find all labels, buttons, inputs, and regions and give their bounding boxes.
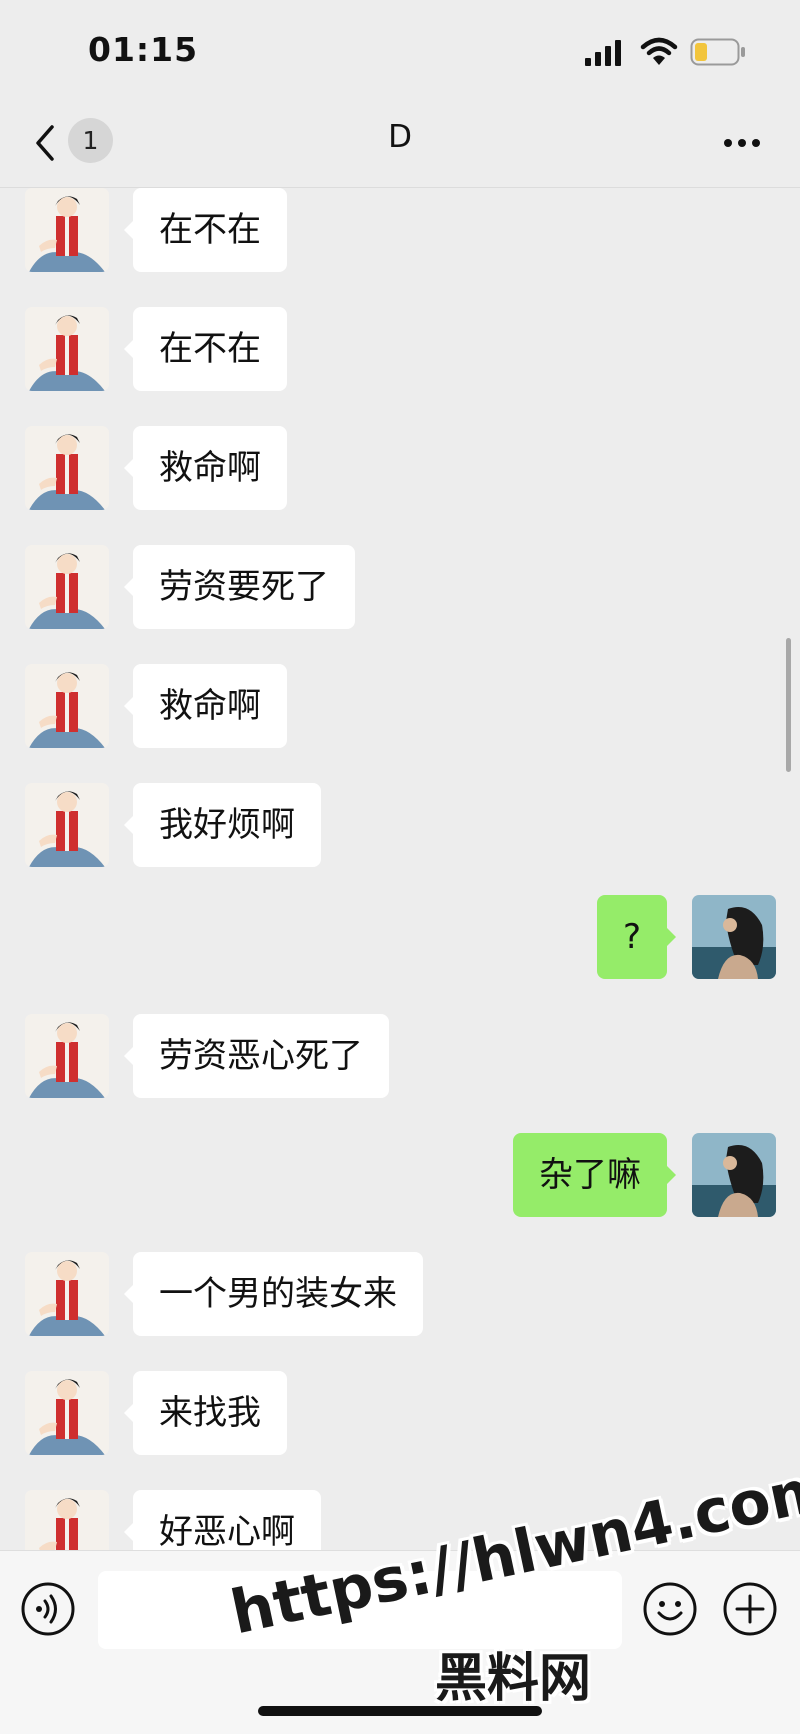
message-row: 来找我: [0, 1371, 800, 1457]
received-message-bubble[interactable]: 救命啊: [124, 664, 287, 748]
my-avatar[interactable]: [692, 1133, 776, 1217]
message-input[interactable]: [98, 1571, 622, 1649]
received-message-bubble[interactable]: 劳资要死了: [124, 545, 355, 629]
message-row: 一个男的装女来: [0, 1252, 800, 1338]
received-message-bubble[interactable]: 来找我: [124, 1371, 287, 1455]
message-list[interactable]: 在不在 在不在 救命啊 劳资要死了 救命啊 我好烦啊? 劳资恶心死了 杂了嘛 一个男的装女来 来找…: [0, 188, 800, 1550]
message-row: 在不在: [0, 307, 800, 393]
status-time: 01:15: [88, 30, 199, 69]
message-row: 杂了嘛: [0, 1133, 800, 1219]
contact-avatar[interactable]: [25, 664, 109, 748]
my-avatar[interactable]: [692, 895, 776, 979]
received-message-bubble[interactable]: 劳资恶心死了: [124, 1014, 389, 1098]
message-row: 我好烦啊: [0, 783, 800, 869]
wifi-icon: [640, 37, 678, 65]
scrollbar[interactable]: [786, 638, 791, 772]
message-row: 救命啊: [0, 426, 800, 512]
received-message-bubble[interactable]: 我好烦啊: [124, 783, 321, 867]
contact-avatar[interactable]: [25, 545, 109, 629]
message-row: 救命啊: [0, 664, 800, 750]
battery-icon: [690, 38, 745, 66]
contact-avatar[interactable]: [25, 1014, 109, 1098]
chat-title: D: [388, 119, 412, 155]
voice-icon[interactable]: [20, 1581, 76, 1637]
received-message-bubble[interactable]: 在不在: [124, 188, 287, 272]
received-message-bubble[interactable]: 救命啊: [124, 426, 287, 510]
message-row: ?: [0, 895, 800, 981]
message-row: 劳资要死了: [0, 545, 800, 631]
signal-icon: [585, 40, 621, 66]
contact-avatar[interactable]: [25, 1371, 109, 1455]
status-bar: 01:15: [0, 0, 800, 105]
chat-header: 1 D: [0, 105, 800, 188]
received-message-bubble[interactable]: 在不在: [124, 307, 287, 391]
received-message-bubble[interactable]: 一个男的装女来: [124, 1252, 423, 1336]
contact-avatar[interactable]: [25, 783, 109, 867]
contact-avatar[interactable]: [25, 1490, 109, 1550]
input-bar: [0, 1550, 800, 1734]
contact-avatar[interactable]: [25, 307, 109, 391]
message-row: 劳资恶心死了: [0, 1014, 800, 1100]
message-row: 在不在: [0, 188, 800, 274]
more-icon[interactable]: [720, 125, 764, 161]
received-message-bubble[interactable]: 好恶心啊: [124, 1490, 321, 1550]
message-row: 好恶心啊: [0, 1490, 800, 1550]
contact-avatar[interactable]: [25, 1252, 109, 1336]
home-indicator: [258, 1706, 542, 1716]
sent-message-bubble[interactable]: ?: [596, 895, 677, 979]
plus-icon[interactable]: [722, 1581, 778, 1637]
contact-avatar[interactable]: [25, 188, 109, 272]
contact-avatar[interactable]: [25, 426, 109, 510]
emoji-icon[interactable]: [642, 1581, 698, 1637]
sent-message-bubble[interactable]: 杂了嘛: [513, 1133, 676, 1217]
